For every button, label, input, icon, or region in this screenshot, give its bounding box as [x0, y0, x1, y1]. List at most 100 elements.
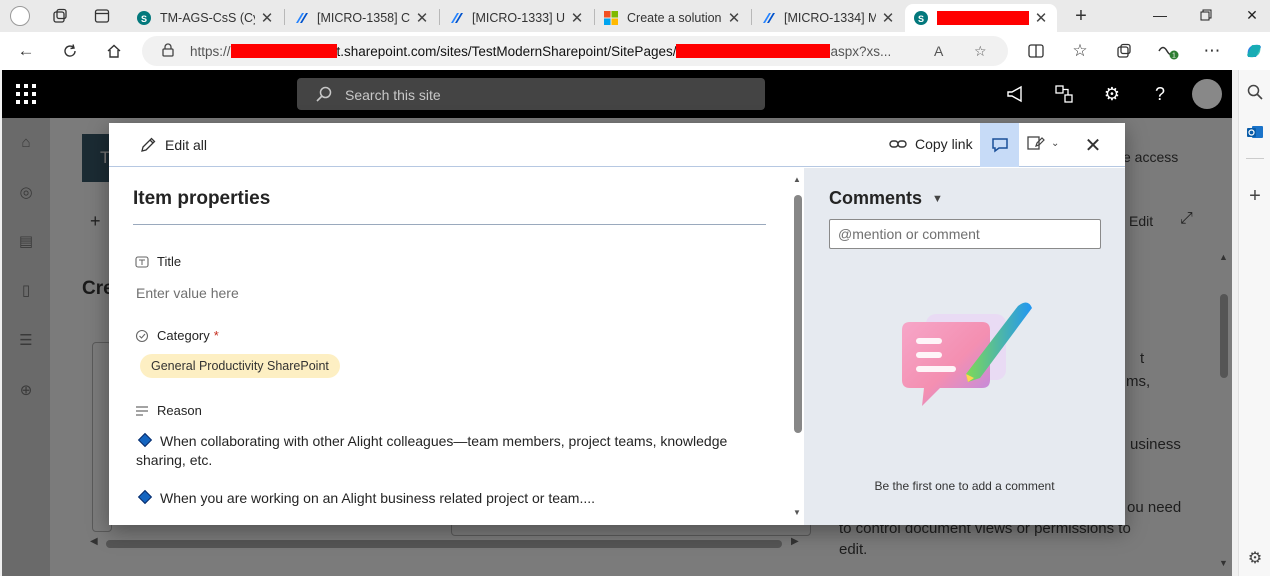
comments-toggle-button[interactable]	[980, 123, 1019, 167]
new-tab-icon[interactable]: +	[1071, 5, 1091, 27]
comment-input[interactable]	[829, 219, 1101, 249]
tab-1[interactable]: S TM-AGS-CsS (Cyb ✕	[128, 4, 283, 32]
list-icon[interactable]: ☰	[16, 330, 36, 350]
site-search-box[interactable]: Search this site	[297, 78, 765, 110]
url-field[interactable]: https://t.sharepoint.com/sites/TestModer…	[142, 36, 1008, 66]
minimize-icon[interactable]: —	[1145, 4, 1175, 26]
favorite-star-icon[interactable]: ☆	[974, 43, 987, 60]
megaphone-icon[interactable]	[1005, 83, 1027, 105]
new-command-icon: +	[90, 211, 101, 231]
item-properties-dialog: Edit all Copy link ⌄ ✕ Item properties T…	[109, 123, 1125, 525]
more-menu-icon[interactable]: ⋯	[1200, 40, 1224, 62]
profile-button[interactable]	[8, 5, 32, 27]
multiline-text-icon	[135, 404, 149, 418]
favorites-icon[interactable]: ☆	[1068, 40, 1092, 62]
avatar[interactable]	[1192, 79, 1222, 109]
choice-icon	[135, 329, 149, 343]
scrollbar-thumb[interactable]	[794, 195, 802, 433]
edit-all-button[interactable]: Edit all	[139, 136, 207, 154]
search-icon	[315, 85, 333, 106]
globe-icon[interactable]: ◎	[16, 182, 36, 202]
tab-actions-icon[interactable]	[92, 6, 112, 26]
category-value-chip[interactable]: General Productivity SharePoint	[140, 354, 340, 378]
right-text-line: usiness	[1130, 436, 1181, 453]
lock-icon[interactable]	[162, 43, 174, 60]
refresh-icon[interactable]	[58, 40, 82, 62]
form-layout-button[interactable]: ⌄	[1027, 135, 1059, 151]
settings-gear-icon[interactable]: ⚙	[1101, 83, 1123, 105]
jira-icon	[760, 10, 776, 26]
collections-icon[interactable]	[1112, 40, 1136, 62]
tab-2[interactable]: [MICRO-1358] Cre ✕	[285, 4, 438, 32]
title-input[interactable]: Enter value here	[136, 285, 239, 301]
close-tab-icon[interactable]: ✕	[1033, 9, 1049, 27]
edit-page-button[interactable]: Edit	[1129, 213, 1153, 229]
home-icon[interactable]: ⌂	[16, 132, 36, 152]
tab-6-active[interactable]: S ✕	[905, 4, 1057, 32]
scroll-left-arrow-icon[interactable]: ◀	[90, 536, 98, 547]
browser-tab-strip: S TM-AGS-CsS (Cyb ✕ [MICRO-1358] Cre ✕ […	[0, 0, 1270, 32]
news-icon[interactable]: ▤	[16, 231, 36, 251]
edge-sidebar: + ⚙	[1238, 70, 1270, 576]
restore-icon[interactable]	[1191, 4, 1221, 26]
document-icon[interactable]: ▯	[16, 280, 36, 300]
sidebar-settings-icon[interactable]: ⚙	[1245, 548, 1265, 568]
scroll-up-arrow-icon[interactable]: ▲	[1219, 252, 1228, 262]
app-launcher-icon[interactable]	[16, 84, 36, 104]
close-window-icon[interactable]: ✕	[1237, 4, 1267, 26]
site-left-nav: ⌂ ◎ ▤ ▯ ☰ ⊕	[2, 118, 50, 576]
home-icon[interactable]	[102, 40, 126, 62]
help-icon[interactable]: ?	[1149, 83, 1171, 105]
close-tab-icon[interactable]: ✕	[259, 9, 275, 27]
expand-icon[interactable]: ⤢	[1180, 210, 1193, 228]
diamond-bullet-icon	[137, 489, 153, 505]
dialog-toolbar: Edit all Copy link ⌄ ✕	[109, 123, 1125, 167]
search-icon[interactable]	[1245, 82, 1265, 102]
horizontal-scrollbar[interactable]	[106, 540, 782, 548]
chevron-down-icon: ⌄	[1051, 137, 1060, 149]
properties-title: Item properties	[133, 188, 271, 209]
right-text-line: ms,	[1126, 373, 1151, 390]
close-dialog-button[interactable]: ✕	[1081, 133, 1105, 157]
scroll-up-arrow-icon[interactable]: ▲	[793, 175, 801, 184]
text-field-icon	[135, 255, 149, 269]
copilot-icon[interactable]	[1242, 40, 1266, 62]
close-tab-icon[interactable]: ✕	[569, 9, 585, 27]
comments-panel: Comments ▼ Be the first one to add a com…	[804, 168, 1125, 525]
read-aloud-icon[interactable]: A	[934, 43, 943, 59]
back-icon[interactable]: ←	[14, 40, 38, 62]
tab-title: [MICRO-1358] Cre	[317, 11, 410, 25]
svg-text:S: S	[918, 14, 924, 24]
comment-icon	[991, 138, 1008, 153]
vertical-scrollbar[interactable]	[1220, 294, 1228, 378]
browser-essentials-icon[interactable]: 1	[1156, 40, 1180, 62]
edit-all-label: Edit all	[165, 137, 208, 153]
app-connections-icon[interactable]	[1053, 83, 1075, 105]
comments-header[interactable]: Comments ▼	[829, 188, 943, 209]
scroll-down-arrow-icon[interactable]: ▼	[793, 508, 801, 517]
scroll-down-arrow-icon[interactable]: ▼	[1219, 558, 1228, 568]
close-tab-icon[interactable]: ✕	[414, 9, 430, 27]
reason-item[interactable]: When collaborating with other Alight col…	[136, 432, 756, 470]
sharepoint-icon: S	[913, 10, 929, 26]
scroll-right-arrow-icon[interactable]: ▶	[791, 536, 799, 547]
outlook-icon[interactable]	[1245, 122, 1265, 142]
tab-5[interactable]: [MICRO-1334] Ma ✕	[752, 4, 904, 32]
add-icon[interactable]: ⊕	[16, 380, 36, 400]
jira-icon	[293, 10, 309, 26]
tab-4[interactable]: Create a solution ✕	[595, 4, 750, 32]
copy-link-button[interactable]: Copy link	[889, 136, 973, 152]
tab-3[interactable]: [MICRO-1333] Up ✕	[440, 4, 593, 32]
no-comments-message: Be the first one to add a comment	[874, 479, 1055, 493]
comment-illustration-icon	[902, 302, 1032, 406]
properties-scrollbar[interactable]: ▲ ▼	[792, 173, 804, 520]
add-sidebar-app-icon[interactable]: +	[1245, 185, 1265, 207]
close-tab-icon[interactable]: ✕	[880, 9, 896, 27]
close-tab-icon[interactable]: ✕	[726, 9, 742, 27]
svg-text:1: 1	[1172, 53, 1176, 60]
split-screen-icon[interactable]	[1024, 40, 1048, 62]
tab-title: [MICRO-1333] Up	[472, 11, 565, 25]
right-text-line: ou need	[1127, 499, 1182, 516]
reason-item[interactable]: When you are working on an Alight busine…	[136, 489, 756, 508]
workspaces-icon[interactable]	[50, 6, 70, 26]
